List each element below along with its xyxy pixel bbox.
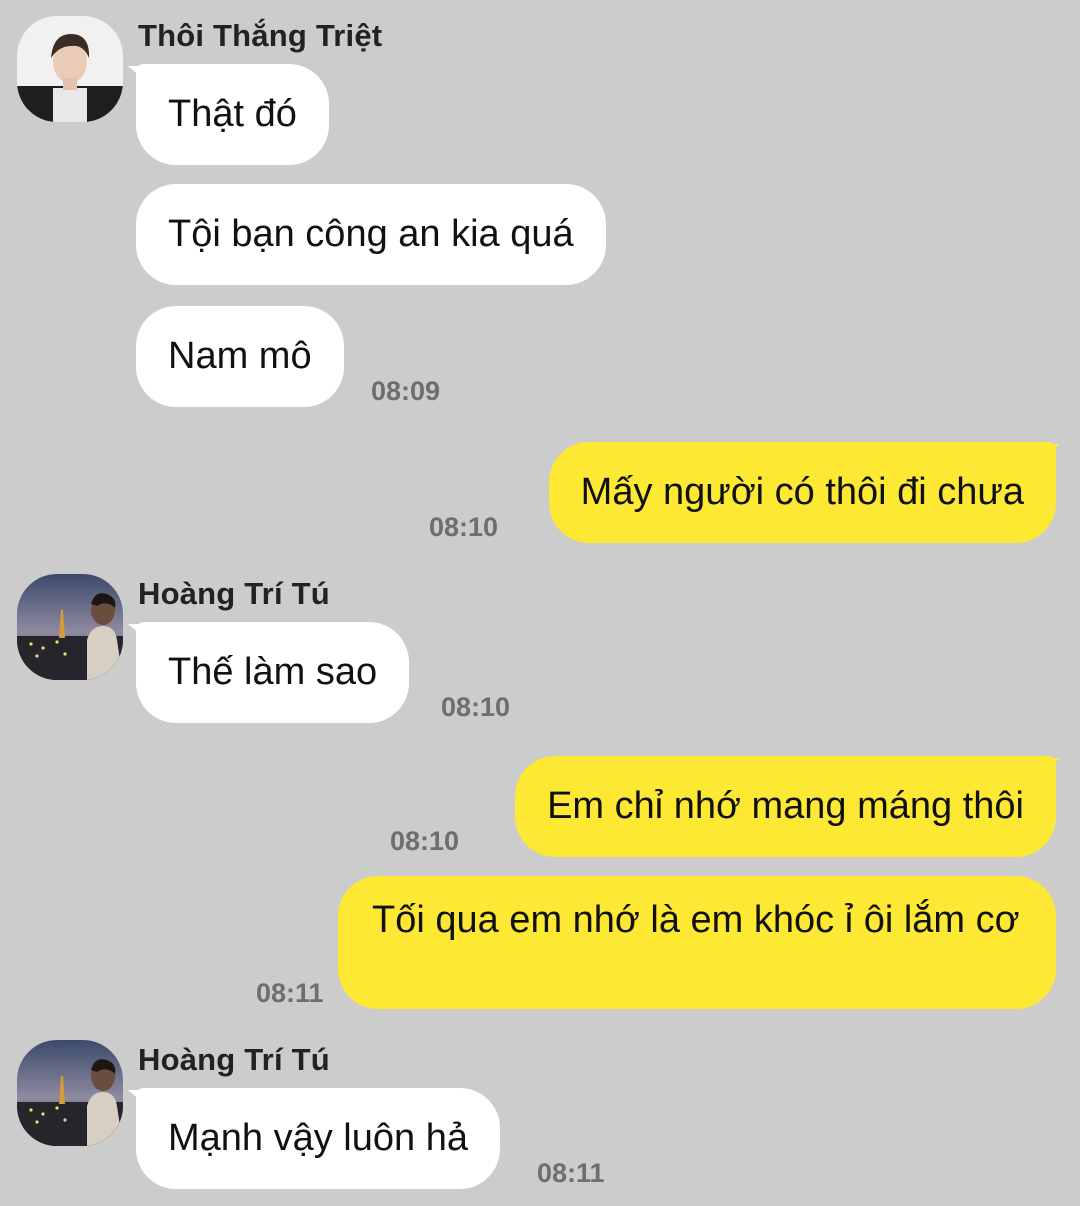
avatar[interactable] (17, 574, 123, 680)
avatar[interactable] (17, 1040, 123, 1146)
person-night-city-icon (17, 574, 123, 680)
message-text: Thật đó (168, 93, 297, 135)
message-bubble-incoming[interactable]: Nam mô (136, 306, 344, 407)
message-text: Thế làm sao (168, 651, 378, 693)
message-bubble-outgoing[interactable]: Em chỉ nhớ mang máng thôi (515, 756, 1056, 857)
message-text: Tối qua em nhớ là em khóc ỉ ôi lắm cơ (372, 899, 1020, 941)
message-text: Em chỉ nhớ mang máng thôi (547, 785, 1024, 827)
message-text: Tội bạn công an kia quá (168, 213, 574, 255)
message-text: Mạnh vậy luôn hả (168, 1117, 468, 1159)
message-bubble-incoming[interactable]: Mạnh vậy luôn hả (136, 1088, 500, 1189)
sender-name: Thôi Thắng Triệt (138, 18, 383, 53)
message-timestamp: 08:09 (371, 376, 441, 406)
message-timestamp: 08:11 (537, 1158, 605, 1188)
avatar[interactable] (17, 16, 123, 122)
chat-message-list[interactable]: Thôi Thắng Triệt Thật đó Tội bạn công an… (0, 0, 1080, 1206)
sender-name: Hoàng Trí Tú (138, 1042, 330, 1077)
sender-name: Hoàng Trí Tú (138, 576, 330, 611)
person-portrait-icon (17, 16, 123, 122)
message-timestamp: 08:11 (256, 978, 324, 1008)
message-timestamp: 08:10 (390, 826, 460, 856)
message-bubble-outgoing[interactable]: Mấy người có thôi đi chưa (548, 442, 1056, 543)
message-bubble-outgoing[interactable]: Tối qua em nhớ là em khóc ỉ ôi lắm cơ (338, 876, 1056, 1009)
message-bubble-incoming[interactable]: Tội bạn công an kia quá (136, 184, 606, 285)
message-bubble-incoming[interactable]: Thật đó (136, 64, 329, 165)
message-text: Mấy người có thôi đi chưa (580, 471, 1024, 513)
message-timestamp: 08:10 (441, 692, 511, 722)
message-timestamp: 08:10 (429, 512, 499, 542)
message-text: Nam mô (168, 335, 312, 377)
message-bubble-incoming[interactable]: Thế làm sao (136, 622, 410, 723)
person-night-city-icon (17, 1040, 123, 1146)
